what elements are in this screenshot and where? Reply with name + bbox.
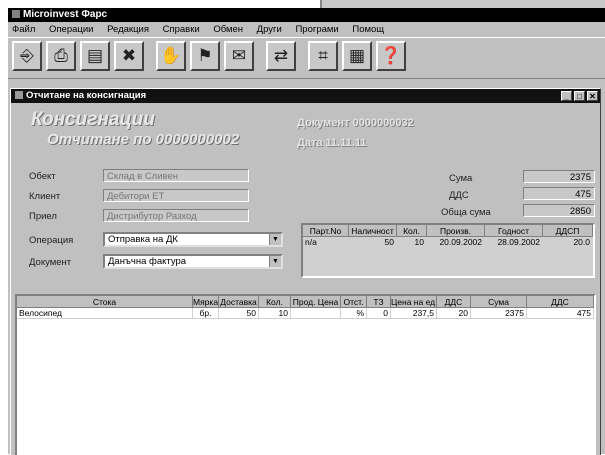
vat-value: 475 (523, 187, 595, 200)
column-header[interactable]: Отст. (341, 296, 367, 308)
calculator-icon[interactable]: ⌗ (308, 41, 338, 71)
column-header[interactable]: ДДС (527, 296, 594, 308)
table-cell[interactable]: 20.09.2002 (427, 237, 485, 248)
menu-programs[interactable]: Програми (295, 24, 338, 35)
chevron-down-icon[interactable]: ▼ (269, 234, 281, 245)
table-cell[interactable]: 237,5 (391, 308, 437, 319)
total-label: Обща сума (441, 207, 491, 218)
menu-exchange[interactable]: Обмен (213, 24, 243, 35)
column-header[interactable]: Сума (471, 296, 527, 308)
delivery-icon[interactable]: ⚑ (190, 41, 220, 71)
page-subtitle: Отчитане по 0000000002 (47, 131, 240, 148)
table-cell[interactable]: Велосипед (17, 308, 193, 319)
document-type-label: Документ (29, 257, 72, 268)
table-cell[interactable]: 0 (367, 308, 391, 319)
menu-other[interactable]: Други (257, 24, 282, 35)
sale-icon[interactable]: ✋ (156, 41, 186, 71)
table-cell[interactable]: % (341, 308, 367, 319)
table-cell[interactable]: 10 (259, 308, 291, 319)
page-title: Консигнации (31, 109, 155, 130)
menu-help[interactable]: Помощ (352, 24, 384, 35)
column-header[interactable]: Доставка (219, 296, 259, 308)
menu-file[interactable]: Файл (12, 24, 35, 35)
app-title: Microinvest Фарс (23, 9, 108, 20)
total-value: 2850 (523, 204, 595, 217)
consignment-window: Отчитане на консигнация _ □ ✕ Консигнаци… (10, 88, 601, 455)
maximize-button[interactable]: □ (574, 91, 585, 101)
column-header[interactable]: Годност (485, 225, 543, 237)
column-header[interactable]: Кол. (397, 225, 427, 237)
menu-bar: Файл Операции Редакция Справки Обмен Дру… (8, 22, 605, 37)
column-header[interactable]: Кол. (259, 296, 291, 308)
document-type-value: Данъчна фактура (108, 256, 187, 267)
document-icon (15, 91, 23, 99)
table-cell[interactable]: 20.0 (543, 237, 593, 248)
trader-field[interactable]: Дистрибутор Разход (103, 209, 249, 222)
document-type-select[interactable]: Данъчна фактура ▼ (103, 254, 283, 269)
table-cell[interactable]: 50 (219, 308, 259, 319)
cards-icon[interactable]: ▤ (80, 41, 110, 71)
app-window: Microinvest Фарс Файл Операции Редакция … (8, 8, 605, 455)
column-header[interactable]: Стока (17, 296, 193, 308)
column-header[interactable]: Наличност (349, 225, 397, 237)
column-header[interactable]: Произв. (427, 225, 485, 237)
print-icon[interactable]: ⎙ (46, 41, 76, 71)
document-date: Дата 11.11.11 (297, 137, 367, 149)
operation-select[interactable]: Отпрaвка на ДК ▼ (103, 232, 283, 247)
table-cell[interactable]: 10 (397, 237, 427, 248)
items-table[interactable]: Стока Мярка Доставка Кол. Прод. Цена Отс… (15, 294, 596, 455)
client-label: Клиент (29, 191, 61, 202)
minimize-button[interactable]: _ (561, 91, 572, 101)
chevron-down-icon[interactable]: ▼ (269, 256, 281, 267)
client-field[interactable]: Дебитори ЕТ (103, 189, 249, 202)
object-field[interactable]: Склад в Сливен (103, 169, 249, 182)
table-cell[interactable]: 28.09.2002 (485, 237, 543, 248)
catalog-icon[interactable]: ▦ (342, 41, 372, 71)
app-icon (12, 10, 20, 18)
sum-label: Сума (449, 173, 473, 184)
operation-label: Операция (29, 235, 74, 246)
vat-label: ДДС (449, 190, 469, 201)
toolbar: ⎆ ⎙ ▤ ✖ ✋ ⚑ ✉ ⇄ ⌗ ▦ ❓ (8, 37, 605, 79)
document-number: Документ 0000000032 (297, 117, 414, 129)
operation-value: Отпрaвка на ДК (108, 234, 178, 245)
delete-icon[interactable]: ✖ (114, 41, 144, 71)
menu-operations[interactable]: Операции (49, 24, 93, 35)
child-title: Отчитане на консигнация (26, 90, 147, 101)
object-label: Обект (29, 171, 56, 182)
column-header[interactable]: Цена на ед. (391, 296, 437, 308)
close-button[interactable]: ✕ (587, 91, 598, 101)
documents-icon[interactable]: ✉ (224, 41, 254, 71)
column-header[interactable]: ДДС (437, 296, 471, 308)
sum-value: 2375 (523, 170, 595, 183)
app-title-bar: Microinvest Фарс (8, 8, 605, 22)
help-icon[interactable]: ❓ (376, 41, 406, 71)
child-title-bar: Отчитане на консигнация _ □ ✕ (11, 89, 600, 103)
column-header[interactable]: ДДСП (543, 225, 593, 237)
trader-label: Приел (29, 211, 57, 222)
column-header[interactable]: Парт.No (303, 225, 349, 237)
column-header[interactable]: ТЗ (367, 296, 391, 308)
column-header[interactable]: Прод. Цена (291, 296, 341, 308)
transfer-icon[interactable]: ⇄ (266, 41, 296, 71)
lots-table[interactable]: Парт.No Наличност Кол. Произв. Годност Д… (301, 223, 595, 278)
table-cell[interactable]: n/a (303, 237, 349, 248)
table-cell[interactable]: 50 (349, 237, 397, 248)
table-cell[interactable]: 20 (437, 308, 471, 319)
lots-header: Парт.No Наличност Кол. Произв. Годност Д… (303, 225, 593, 237)
table-cell[interactable]: 2375 (471, 308, 527, 319)
menu-edit[interactable]: Редакция (107, 24, 149, 35)
table-cell[interactable]: 475 (527, 308, 594, 319)
exit-icon[interactable]: ⎆ (12, 41, 42, 71)
table-cell[interactable] (291, 308, 341, 319)
column-header[interactable]: Мярка (193, 296, 219, 308)
menu-reports[interactable]: Справки (163, 24, 200, 35)
items-header: Стока Мярка Доставка Кол. Прод. Цена Отс… (17, 296, 594, 308)
table-cell[interactable]: бр. (193, 308, 219, 319)
